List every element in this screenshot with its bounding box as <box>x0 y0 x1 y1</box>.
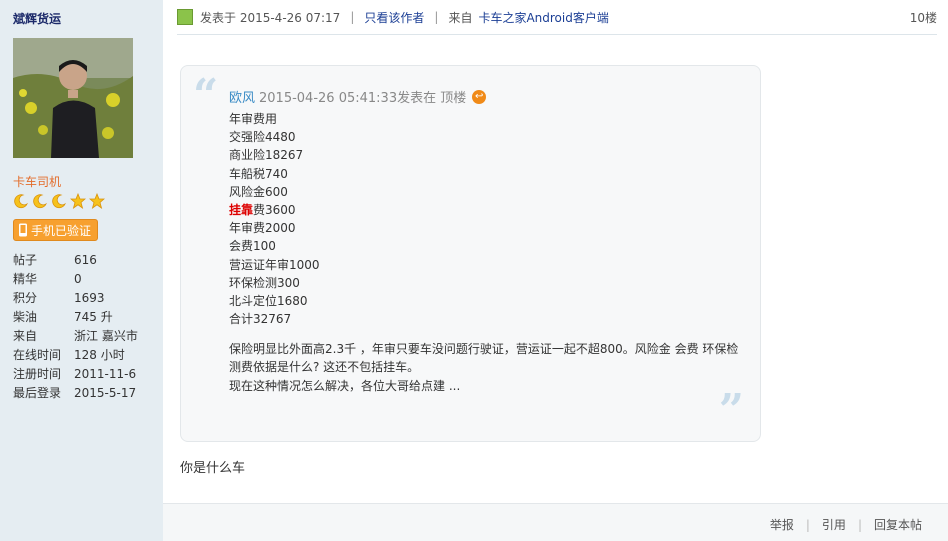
client-link[interactable]: 卡车之家Android客户端 <box>478 9 608 26</box>
stat-row: 最后登录 2015-5-17 <box>13 383 138 402</box>
moon-icon <box>52 194 66 209</box>
stat-label: 柴油 <box>13 310 38 324</box>
stat-label: 在线时间 <box>13 348 62 362</box>
stat-label: 帖子 <box>13 253 38 267</box>
stat-label: 注册时间 <box>13 367 62 381</box>
user-stats: 帖子 616 精华 0 积分 1693 柴油 745 升 来自 浙江 嘉兴市 在线时间 12… <box>13 250 138 402</box>
stat-label: 来自 <box>13 329 38 343</box>
divider: | <box>857 517 862 532</box>
online-status-icon <box>177 9 193 25</box>
open-quote-icon: “ <box>193 70 219 121</box>
stat-value: 745 升 <box>74 310 113 324</box>
stat-value: 128 小时 <box>74 348 125 362</box>
reply-button[interactable]: 回复本帖 <box>874 516 922 533</box>
quote-line: 风险金600 <box>229 184 288 199</box>
quote-line: 营运证年审1000 <box>229 257 320 272</box>
phone-verified-badge[interactable]: 手机已验证 <box>13 219 99 241</box>
quote-block: “ 欧风 2015-04-26 05:41:33发表在 顶楼 ↩ 年审费用 交强… <box>180 65 761 442</box>
star-icon <box>89 193 105 209</box>
quote-line: 测费依据是什么? 这还不包括挂车。 <box>229 360 420 375</box>
quote-author[interactable]: 欧风 <box>229 87 255 106</box>
avatar[interactable] <box>13 38 133 158</box>
quote-header: 欧风 2015-04-26 05:41:33发表在 顶楼 ↩ <box>229 87 487 106</box>
quote-line: 车船税740 <box>229 166 288 181</box>
rank-icons <box>13 193 105 209</box>
post-footer: 举报 | 引用 | 回复本帖 <box>163 503 948 541</box>
stat-value[interactable]: 616 <box>74 253 97 267</box>
stat-row: 帖子 616 <box>13 250 138 269</box>
username[interactable]: 斌辉货运 <box>13 10 61 27</box>
verify-label: 手机已验证 <box>31 223 92 238</box>
post-meta-bar: 发表于 2015-4-26 07:17 | 只看该作者 | 来自 卡车之家And… <box>177 0 937 35</box>
stat-row: 在线时间 128 小时 <box>13 345 138 364</box>
posted-time: 发表于 2015-4-26 07:17 <box>200 10 341 25</box>
quote-line: 会费100 <box>229 239 276 254</box>
quote-line: 年审费2000 <box>229 221 296 236</box>
quote-line: 保险明显比外面高2.3千 ，年审只要车没问题行驶证，营运证一起不超800。风险金… <box>229 342 739 357</box>
stat-value: 2011-11-6 <box>74 366 137 381</box>
close-quote-icon: ” <box>718 385 744 436</box>
stat-value: 浙江 嘉兴市 <box>74 329 138 343</box>
floor-number[interactable]: 10楼 <box>910 9 937 26</box>
divider: | <box>434 10 439 24</box>
stat-row: 积分 1693 <box>13 288 138 307</box>
quote-line: 交强险4480 <box>229 130 296 145</box>
highlight-keyword[interactable]: 挂靠 <box>229 203 253 217</box>
quote-line: 挂靠费3600 <box>229 201 738 219</box>
user-role: 卡车司机 <box>13 175 62 189</box>
post-actions: 举报 | 引用 | 回复本帖 <box>770 516 922 533</box>
quote-line-rest: 费3600 <box>253 202 296 217</box>
stat-value: 1693 <box>74 290 105 305</box>
stat-label: 积分 <box>13 291 38 305</box>
quote-line: 商业险18267 <box>229 148 304 163</box>
quote-line: 现在这种情况怎么解决，各位大哥给点建 ... <box>229 378 461 393</box>
stat-value: 2015-5-17 <box>74 385 137 400</box>
quote-line: 年审费用 <box>229 112 278 126</box>
stat-value[interactable]: 0 <box>74 272 82 286</box>
phone-icon <box>19 223 27 237</box>
user-sidebar: 斌辉货运 卡车司机 手机已验证 帖子 616 精华 0 积分 1693 柴油 7… <box>0 0 163 541</box>
from-prefix: 来自 <box>448 10 473 25</box>
quote-meta: 2015-04-26 05:41:33发表在 顶楼 <box>259 91 467 106</box>
author-only-link[interactable]: 只看该作者 <box>364 9 424 26</box>
stat-label: 精华 <box>13 272 38 286</box>
stat-label: 最后登录 <box>13 386 62 400</box>
quote-line: 合计32767 <box>229 312 292 327</box>
star-icon <box>70 193 86 209</box>
quote-button[interactable]: 引用 <box>822 516 846 533</box>
divider: | <box>805 517 810 532</box>
quote-line: 北斗定位1680 <box>229 293 308 308</box>
arrow-return-icon[interactable]: ↩ <box>472 89 487 104</box>
stat-row: 精华 0 <box>13 269 138 288</box>
divider: | <box>350 10 355 24</box>
quote-line: 环保检测300 <box>229 275 300 290</box>
reply-text: 你是什么车 <box>180 461 246 476</box>
moon-icon <box>33 194 47 209</box>
report-button[interactable]: 举报 <box>770 516 794 533</box>
quote-paragraph: 保险明显比外面高2.3千 ，年审只要车没问题行驶证，营运证一起不超800。风险金… <box>229 340 738 395</box>
moon-icon <box>14 194 28 209</box>
stat-row: 注册时间 2011-11-6 <box>13 364 138 383</box>
quote-body: 年审费用 交强险4480 商业险18267 车船税740 风险金600 挂靠费3… <box>229 110 738 395</box>
stat-row: 来自 浙江 嘉兴市 <box>13 326 138 345</box>
stat-row: 柴油 745 升 <box>13 307 138 326</box>
